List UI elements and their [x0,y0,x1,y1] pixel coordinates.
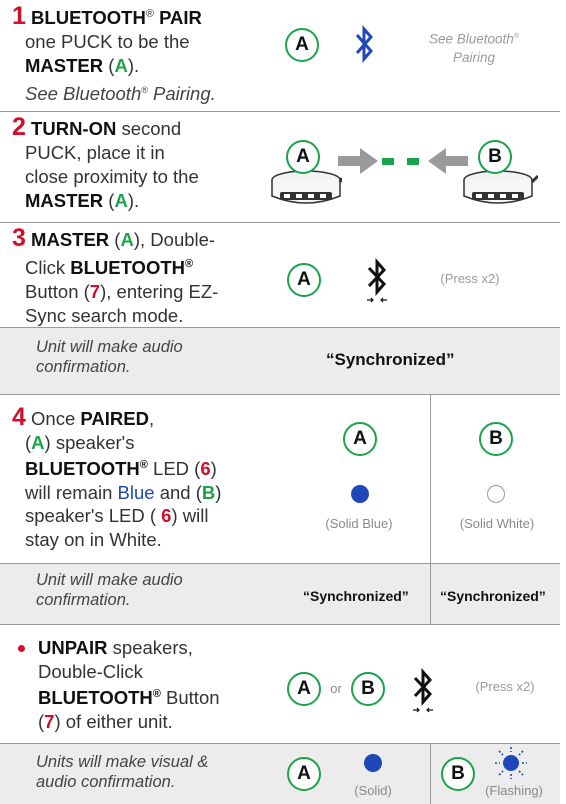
or-label: or [330,681,342,696]
confirmation-text: Units will make visual & audio confirmat… [36,753,209,791]
synchronized-label: “Synchronized” [303,588,409,604]
speaker-a-badge: A [287,757,321,791]
step-1-text: 1 BLUETOOTH® PAIR one PUCK to be the MAS… [12,2,216,105]
speaker-b-badge: B [479,422,513,456]
step-3-row: 3 MASTER (A), Double- Click BLUETOOTH® B… [0,223,560,328]
proximity-dash [382,158,394,165]
flashing-label: (Flashing) [485,783,543,798]
speaker-b-badge: B [441,757,475,791]
confirmation-text: Unit will make audio confirmation. [36,338,183,376]
led-dot-icon [487,485,505,503]
column-divider [430,564,431,624]
solid-blue-label: (Solid Blue) [325,516,393,531]
unpair-text: UNPAIR speakers, Double-Click BLUETOOTH®… [38,637,220,732]
solid-white-label: (Solid White) [459,516,535,531]
step-4-text: 4 Once PAIRED, (A) speaker's BLUETOOTH® … [12,403,222,550]
bluetooth-icon [367,258,387,303]
step-3-text: 3 MASTER (A), Double- Click BLUETOOTH® B… [12,224,219,327]
speaker-a-badge: A [343,422,377,456]
led-dot-icon [364,754,382,772]
speaker-a-badge: A [285,28,319,62]
arrow-right-icon [338,148,378,174]
proximity-dash [407,158,419,165]
confirmation-text: Unit will make audio confirmation. [36,571,183,609]
bullet [18,645,25,652]
see-pairing-hint: See Bluetooth® Pairing [429,31,519,65]
press-hint: (Press x2) [475,679,535,694]
confirmation-row: Unit will make audio confirmation. “Sync… [0,328,560,394]
speaker-b-badge: B [478,140,512,174]
press-hint: (Press x2) [440,271,500,286]
flashing-led-icon [495,747,527,779]
speaker-puck-icon [271,170,342,204]
synchronized-label: “Synchronized” [326,350,455,369]
speaker-puck-icon [463,170,538,204]
unpair-row: UNPAIR speakers, Double-Click BLUETOOTH®… [0,625,560,745]
speaker-a-badge: A [287,263,321,297]
step-2-text: 2 TURN-ON second PUCK, place it in close… [12,113,199,212]
synchronized-label: “Synchronized” [440,588,546,604]
column-divider [430,744,431,804]
confirmation-row: Unit will make audio confirmation. “Sync… [0,564,560,624]
step-1-row: 1 BLUETOOTH® PAIR one PUCK to be the MAS… [0,0,560,105]
confirmation-row: Units will make visual & audio confirmat… [0,744,560,804]
step-2-row: 2 TURN-ON second PUCK, place it in close… [0,112,560,222]
bluetooth-icon [413,668,433,713]
step-number: 1 [12,2,26,31]
led-dot-icon [351,485,369,503]
step-4-row: 4 Once PAIRED, (A) speaker's BLUETOOTH® … [0,395,560,565]
speaker-a-badge: A [287,672,321,706]
speaker-a-badge: A [286,140,320,174]
bluetooth-icon [355,25,373,63]
solid-label: (Solid) [354,783,392,798]
speaker-b-badge: B [351,672,385,706]
